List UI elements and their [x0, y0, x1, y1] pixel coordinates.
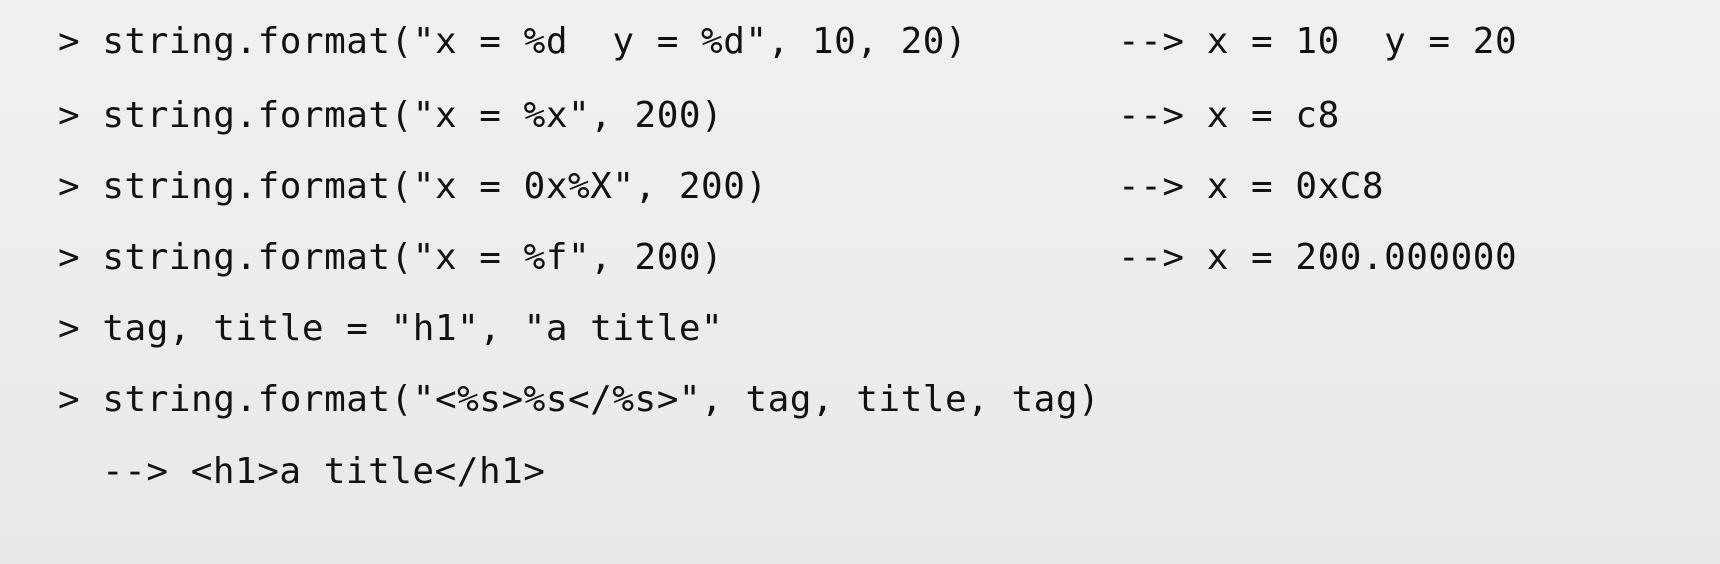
code-line: > string.format("<%s>%s</%s>", tag, titl… — [58, 379, 1101, 420]
code-line: > string.format("x = 0x%X", 200) — [58, 166, 768, 207]
code-output: --> x = 10 y = 20 — [1118, 21, 1518, 62]
code-listing-page: > string.format("x = %d y = %d", 10, 20)… — [0, 0, 1720, 564]
code-output: --> x = 200.000000 — [1118, 237, 1518, 278]
code-output: --> x = c8 — [1118, 95, 1340, 136]
code-line: > string.format("x = %x", 200) — [58, 95, 724, 136]
code-output: --> x = 0xC8 — [1118, 166, 1385, 207]
code-line: > tag, title = "h1", "a title" — [58, 308, 724, 349]
code-output-line: --> <h1>a title</h1> — [102, 451, 546, 492]
code-line: > string.format("x = %f", 200) — [58, 237, 724, 278]
code-line: > string.format("x = %d y = %d", 10, 20) — [58, 21, 968, 62]
